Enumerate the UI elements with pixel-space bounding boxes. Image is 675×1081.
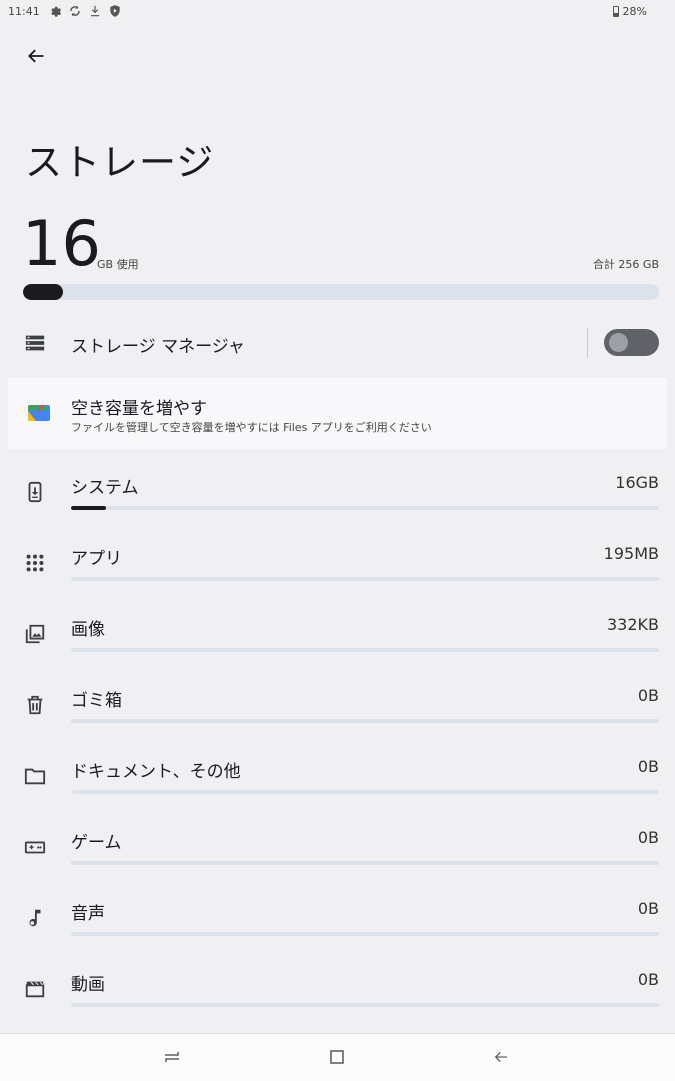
category-usage-bar <box>71 648 659 652</box>
gear-icon <box>51 6 62 17</box>
category-usage-bar <box>71 790 659 794</box>
apps-grid-icon <box>26 554 44 572</box>
category-row-audio[interactable]: 音声 0B <box>0 899 675 961</box>
category-label: 動画 <box>71 975 105 995</box>
gamepad-icon <box>24 841 46 854</box>
category-row-video[interactable]: 動画 0B <box>0 970 675 1032</box>
storage-used-value: 16 <box>22 207 101 280</box>
category-row-trash[interactable]: ゴミ箱 0B <box>0 686 675 748</box>
category-size: 0B <box>637 828 659 847</box>
arrow-back-icon <box>494 1051 507 1063</box>
toggle-thumb <box>609 333 628 352</box>
recents-icon <box>165 1052 179 1062</box>
category-row-documents[interactable]: ドキュメント、その他 0B <box>0 757 675 819</box>
category-size: 195MB <box>603 544 659 563</box>
nav-recents-button[interactable] <box>159 1046 185 1068</box>
sync-icon <box>70 5 80 17</box>
free-up-space-subtitle: ファイルを管理して空き容量を増やすには Files アプリをご利用ください <box>71 421 432 434</box>
home-square-icon <box>330 1050 344 1064</box>
folder-icon <box>24 768 46 785</box>
category-size: 0B <box>637 686 659 705</box>
storage-used-unit: GB 使用 <box>97 258 139 271</box>
free-up-space-card[interactable]: 空き容量を増やす ファイルを管理して空き容量を増やすには Files アプリをご… <box>8 378 667 449</box>
arrow-back-icon <box>28 49 44 63</box>
shield-icon <box>110 5 120 17</box>
back-button[interactable] <box>22 42 50 70</box>
storage-manager-toggle[interactable] <box>604 329 659 356</box>
system-update-icon <box>28 481 42 503</box>
category-size: 16GB <box>615 473 659 492</box>
category-size: 0B <box>637 899 659 918</box>
category-usage-bar <box>71 1003 659 1007</box>
movie-icon <box>25 981 45 998</box>
status-time: 11:41 <box>8 5 40 18</box>
category-label: ゴミ箱 <box>71 691 122 711</box>
category-label: 画像 <box>71 620 105 640</box>
nav-home-button[interactable] <box>324 1046 350 1068</box>
divider <box>587 328 588 358</box>
category-usage-bar <box>71 506 659 510</box>
category-label: ゲーム <box>71 833 122 853</box>
category-label: ドキュメント、その他 <box>71 762 241 782</box>
storage-manager-row[interactable]: ストレージ マネージャ <box>0 318 675 368</box>
category-row-system[interactable]: システム 16GB <box>0 473 675 535</box>
category-size: 332KB <box>606 615 659 634</box>
category-size: 0B <box>637 970 659 989</box>
page-title: ストレージ <box>25 141 215 184</box>
category-size: 0B <box>637 757 659 776</box>
files-app-icon <box>28 405 50 421</box>
category-label: 音声 <box>71 904 105 924</box>
trash-icon <box>27 695 43 715</box>
battery-level: 28% <box>622 5 647 18</box>
storage-usage-bar <box>23 284 659 300</box>
category-usage-bar <box>71 719 659 723</box>
navigation-bar <box>0 1033 675 1081</box>
category-label: システム <box>71 478 139 498</box>
free-up-space-title: 空き容量を増やす <box>71 399 207 419</box>
photo-library-icon <box>25 624 45 644</box>
music-note-icon <box>29 909 41 927</box>
category-usage-fill <box>71 506 107 510</box>
storage-list-icon <box>25 335 45 351</box>
category-usage-bar <box>71 861 659 865</box>
category-label: アプリ <box>71 549 122 569</box>
category-row-apps[interactable]: アプリ 195MB <box>0 544 675 606</box>
category-usage-bar <box>71 932 659 936</box>
storage-manager-label: ストレージ マネージャ <box>71 337 245 357</box>
category-row-images[interactable]: 画像 332KB <box>0 615 675 677</box>
category-usage-bar <box>71 577 659 581</box>
status-bar: 11:41 28% <box>0 0 675 24</box>
battery-icon <box>612 6 619 17</box>
category-row-games[interactable]: ゲーム 0B <box>0 828 675 890</box>
nav-back-button[interactable] <box>488 1046 514 1068</box>
storage-usage-fill <box>23 284 63 300</box>
download-icon <box>90 5 100 17</box>
storage-total: 合計 256 GB <box>592 258 659 271</box>
